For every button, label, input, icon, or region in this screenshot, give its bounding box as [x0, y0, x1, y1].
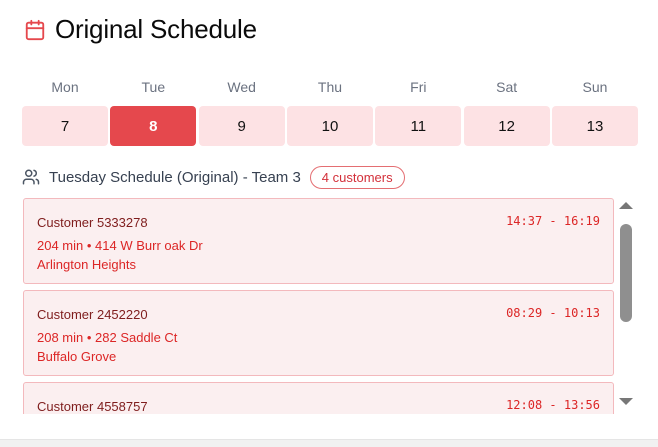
customer-list[interactable]: Customer 5333278 14:37 - 16:19 204 min •…: [23, 198, 615, 414]
scroll-down-icon[interactable]: [619, 398, 633, 405]
header: Original Schedule: [24, 14, 257, 45]
day-name: Tue: [141, 79, 166, 95]
day-thu[interactable]: Thu 10: [286, 77, 373, 146]
day-mon[interactable]: Mon 7: [22, 77, 108, 146]
scroll-up-icon[interactable]: [619, 202, 633, 209]
day-number-button[interactable]: 7: [22, 106, 108, 146]
customer-city: Arlington Heights: [37, 257, 136, 272]
schedule-label: Tuesday Schedule (Original) - Team 3: [49, 168, 301, 186]
day-selector: Mon 7 Tue 8 Wed 9 Thu 10 Fri 11 Sat 12 S…: [22, 77, 638, 146]
customer-detail: 208 min • 282 Saddle Ct: [37, 330, 178, 345]
list-item[interactable]: Customer 4558757 12:08 - 13:56: [23, 382, 614, 414]
time-range: 14:37 - 16:19: [506, 214, 600, 228]
day-number-button[interactable]: 11: [375, 106, 462, 146]
day-number-button[interactable]: 9: [198, 106, 285, 146]
day-name: Mon: [51, 79, 79, 95]
time-range: 12:08 - 13:56: [506, 398, 600, 412]
page-title: Original Schedule: [55, 14, 257, 44]
customer-name: Customer 4558757: [37, 399, 148, 414]
day-number-button[interactable]: 10: [286, 106, 373, 146]
list-item[interactable]: Customer 2452220 08:29 - 10:13 208 min •…: [23, 290, 614, 376]
customer-detail: 204 min • 414 W Burr oak Dr: [37, 238, 203, 253]
day-tue[interactable]: Tue 8: [110, 77, 197, 146]
day-name: Fri: [410, 79, 427, 95]
day-wed[interactable]: Wed 9: [198, 77, 285, 146]
list-item[interactable]: Customer 5333278 14:37 - 16:19 204 min •…: [23, 198, 614, 284]
customer-city: Buffalo Grove: [37, 349, 117, 364]
day-name: Thu: [317, 79, 343, 95]
day-name: Wed: [227, 79, 256, 95]
calendar-icon: [25, 19, 45, 40]
schedule-subheader: Tuesday Schedule (Original) - Team 3 4 c…: [22, 165, 405, 189]
customer-name: Customer 5333278: [37, 215, 148, 230]
scrollbar-thumb[interactable]: [620, 224, 632, 322]
day-number-button[interactable]: 8: [110, 106, 197, 146]
day-fri[interactable]: Fri 11: [375, 77, 462, 146]
day-sun[interactable]: Sun 13: [551, 77, 638, 146]
day-number-button[interactable]: 13: [551, 106, 638, 146]
scrollbar[interactable]: [618, 202, 634, 410]
day-name: Sun: [582, 79, 608, 95]
customer-name: Customer 2452220: [37, 307, 148, 322]
users-icon: [22, 169, 40, 185]
schedule-card: Original Schedule Mon 7 Tue 8 Wed 9 Thu …: [0, 0, 658, 440]
day-sat[interactable]: Sat 12: [463, 77, 550, 146]
day-number-button[interactable]: 12: [463, 106, 550, 146]
day-name: Sat: [496, 79, 518, 95]
customer-count-badge: 4 customers: [309, 165, 405, 189]
time-range: 08:29 - 10:13: [506, 306, 600, 320]
